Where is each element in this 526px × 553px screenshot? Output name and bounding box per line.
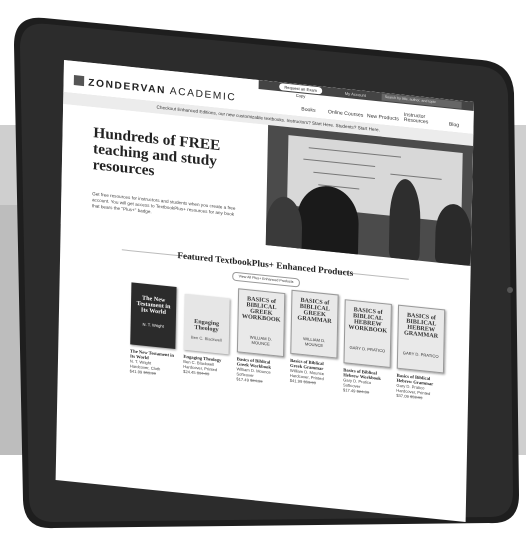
nav-books[interactable]: Books bbox=[301, 106, 315, 113]
book-card[interactable]: BASICS of BIBLICAL GREEK WORKBOOK WILLIAM… bbox=[236, 288, 286, 386]
nav-online-courses[interactable]: Online Courses bbox=[328, 109, 363, 119]
my-account-link[interactable]: My Account bbox=[345, 90, 366, 99]
book-card[interactable]: BASICS of BIBLICAL GREEK GRAMMAR WILLIAM … bbox=[290, 289, 339, 388]
book-cover[interactable]: BASICS of BIBLICAL GREEK GRAMMAR WILLIAM … bbox=[290, 289, 339, 359]
request-exam-copy-button[interactable]: Request an Exam Copy bbox=[279, 83, 323, 99]
book-cover[interactable]: BASICS of BIBLICAL HEBREW WORKBOOK GARY D… bbox=[343, 299, 392, 369]
book-cover[interactable]: The New Testament in Its World N. T. Wrig… bbox=[130, 282, 177, 349]
classroom-photo bbox=[265, 125, 474, 266]
book-cover[interactable]: BASICS of BIBLICAL HEBREW GRAMMAR GARY D.… bbox=[396, 304, 446, 374]
nav-blog[interactable]: Blog bbox=[449, 121, 459, 128]
nav-instructor-resources[interactable]: Instructor Resources bbox=[404, 112, 439, 127]
book-cover[interactable]: Engaging Theology Ben C. Blackwell bbox=[183, 293, 230, 355]
book-card[interactable]: BASICS of BIBLICAL HEBREW WORKBOOK GARY D… bbox=[343, 299, 392, 397]
search-input[interactable]: Search by title, author, and topic bbox=[381, 93, 462, 109]
book-card[interactable]: The New Testament in Its World N. T. Wrig… bbox=[130, 282, 177, 378]
hero-body: Get free resources for instructors and s… bbox=[91, 191, 236, 217]
logo-mark-icon bbox=[73, 75, 85, 87]
book-cover[interactable]: BASICS of BIBLICAL GREEK WORKBOOK WILLIAM… bbox=[236, 288, 286, 358]
view-all-button[interactable]: View All Plus+ Enhanced Products bbox=[232, 271, 300, 288]
hero-title: Hundreds of FREE teaching and study reso… bbox=[92, 125, 221, 180]
website-page: Request an Exam Copy My Account Search b… bbox=[55, 60, 474, 522]
utility-bar: Request an Exam Copy My Account Search b… bbox=[258, 79, 474, 111]
book-card[interactable]: Engaging Theology Ben C. Blackwell Engagi… bbox=[183, 293, 230, 379]
tablet-screen: Request an Exam Copy My Account Search b… bbox=[0, 0, 526, 553]
nav-new-products[interactable]: New Products bbox=[367, 113, 399, 122]
book-card[interactable]: BASICS of BIBLICAL HEBREW GRAMMAR GARY D.… bbox=[396, 304, 446, 403]
